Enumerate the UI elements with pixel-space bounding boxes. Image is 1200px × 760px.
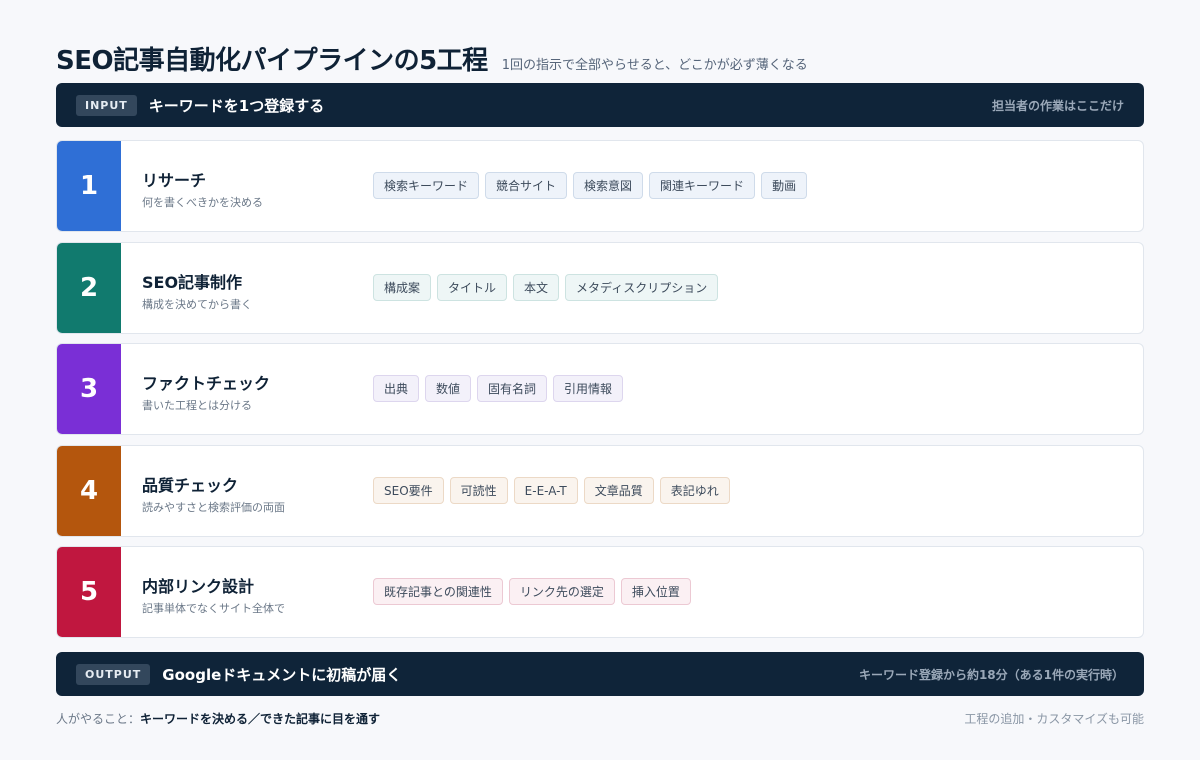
chip-tag: 関連キーワード bbox=[649, 172, 756, 199]
step-chips: 検索キーワード 競合サイト 検索意図 関連キーワード 動画 bbox=[373, 172, 808, 199]
chip-tag: E-E-A-T bbox=[513, 477, 578, 504]
chip-tag: タイトル bbox=[437, 274, 508, 301]
chip-tag: 表記ゆれ bbox=[659, 477, 730, 504]
step-name: 品質チェック bbox=[142, 476, 239, 495]
step-card: 3 ファクトチェック 書いた工程とは分ける 出典 数値 固有名詞 引用情報 bbox=[56, 343, 1144, 435]
footer-note: 工程の追加・カスタマイズも可能 bbox=[964, 712, 1144, 726]
input-tag: INPUT bbox=[76, 94, 137, 116]
step-number: 2 bbox=[57, 243, 121, 333]
chip-tag: 文章品質 bbox=[583, 477, 654, 504]
chip-tag: 競合サイト bbox=[485, 172, 568, 199]
step-card: 2 SEO記事制作 構成を決めてから書く 構成案 タイトル 本文 メタディスクリプショ… bbox=[56, 242, 1144, 334]
chip-tag: 数値 bbox=[425, 375, 472, 402]
step-chips: 既存記事との関連性 リンク先の選定 挿入位置 bbox=[373, 578, 691, 605]
chip-tag: 動画 bbox=[761, 172, 808, 199]
chip-tag: リンク先の選定 bbox=[508, 578, 615, 605]
chip-tag: 本文 bbox=[513, 274, 560, 301]
page-title: SEO記事自動化パイプラインの5工程 bbox=[56, 46, 488, 76]
step-chips: 出典 数値 固有名詞 引用情報 bbox=[373, 375, 624, 402]
chip-tag: 引用情報 bbox=[553, 375, 624, 402]
input-title: キーワードを1つ登録する bbox=[148, 96, 325, 115]
chip-tag: 構成案 bbox=[373, 274, 432, 301]
step-chips: 構成案 タイトル 本文 メタディスクリプション bbox=[373, 274, 719, 301]
input-bar: INPUT キーワードを1つ登録する 担当者の作業はここだけ bbox=[56, 83, 1144, 127]
step-number: 4 bbox=[57, 446, 121, 536]
step-description: 読みやすさと検索評価の両面 bbox=[142, 501, 285, 514]
step-number: 1 bbox=[57, 141, 121, 231]
step-name: リサーチ bbox=[142, 171, 207, 190]
step-description: 書いた工程とは分ける bbox=[142, 399, 252, 412]
chip-tag: SEO要件 bbox=[373, 477, 444, 504]
output-bar: OUTPUT Googleドキュメントに初稿が届く キーワード登録から約18分（… bbox=[56, 652, 1144, 696]
step-description: 何を書くべきかを決める bbox=[142, 196, 263, 209]
step-description: 構成を決めてから書く bbox=[142, 298, 252, 311]
chip-tag: 可読性 bbox=[449, 477, 508, 504]
step-card: 1 リサーチ 何を書くべきかを決める 検索キーワード 競合サイト 検索意図 関連キーワ… bbox=[56, 140, 1144, 232]
chip-tag: 固有名詞 bbox=[477, 375, 548, 402]
page-subtitle: 1回の指示で全部やらせると、どこかが必ず薄くなる bbox=[501, 58, 808, 73]
step-chips: SEO要件 可読性 E-E-A-T 文章品質 表記ゆれ bbox=[373, 477, 730, 504]
step-name: ファクトチェック bbox=[142, 374, 271, 393]
step-number: 3 bbox=[57, 344, 121, 434]
step-number: 5 bbox=[57, 547, 121, 637]
chip-tag: メタディスクリプション bbox=[565, 274, 719, 301]
chip-tag: 出典 bbox=[373, 375, 420, 402]
footer-human-tasks: 人がやること：キーワードを決める／できた記事に目を通す bbox=[56, 710, 380, 727]
output-note: キーワード登録から約18分（ある1件の実行時） bbox=[858, 667, 1124, 682]
chip-tag: 挿入位置 bbox=[620, 578, 691, 605]
chip-tag: 検索意図 bbox=[573, 172, 644, 199]
step-name: SEO記事制作 bbox=[142, 273, 243, 292]
output-tag: OUTPUT bbox=[76, 663, 151, 685]
chip-tag: 既存記事との関連性 bbox=[373, 578, 503, 605]
step-card: 5 内部リンク設計 記事単体でなくサイト全体で 既存記事との関連性 リンク先の選定… bbox=[56, 546, 1144, 638]
step-card: 4 品質チェック 読みやすさと検索評価の両面 SEO要件 可読性 E-E-A-T 文章… bbox=[56, 445, 1144, 537]
title-area: SEO記事自動化パイプラインの5工程 1回の指示で全部やらせると、どこかが必ず薄… bbox=[56, 40, 1144, 82]
step-description: 記事単体でなくサイト全体で bbox=[142, 602, 285, 615]
footer-value: キーワードを決める／できた記事に目を通す bbox=[140, 712, 381, 726]
footer-label: 人がやること： bbox=[56, 712, 141, 726]
step-name: 内部リンク設計 bbox=[142, 577, 255, 596]
output-title: Googleドキュメントに初稿が届く bbox=[162, 665, 402, 684]
input-note: 担当者の作業はここだけ bbox=[991, 98, 1124, 113]
chip-tag: 検索キーワード bbox=[373, 172, 480, 199]
